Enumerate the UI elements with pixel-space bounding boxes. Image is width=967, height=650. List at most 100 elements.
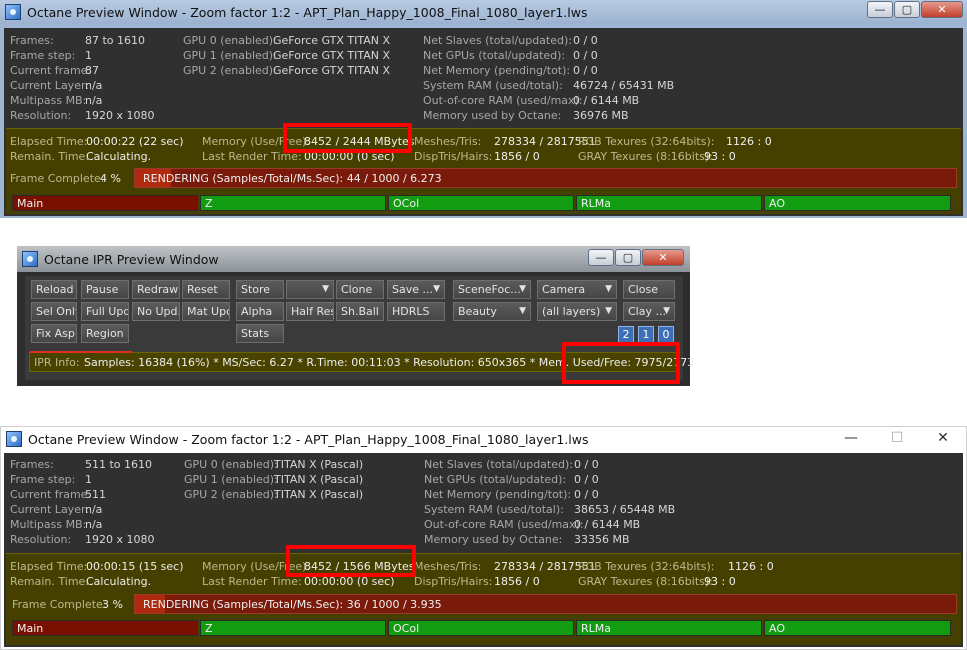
title-bar[interactable]: Octane Preview Window - Zoom factor 1:2 … xyxy=(0,0,967,24)
no-update-button[interactable]: No Upd. xyxy=(132,302,180,321)
camera-dropdown[interactable]: Camera ▼ xyxy=(537,280,617,299)
chevron-down-icon: ▼ xyxy=(663,306,670,316)
save-dropdown[interactable]: Save ... ▼ xyxy=(387,280,445,299)
frames-value: 87 to 1610 xyxy=(85,34,146,47)
pass-tab-ao[interactable]: AO xyxy=(764,620,951,636)
elapsed-label: Elapsed Time: xyxy=(10,560,88,573)
net-slaves-label: Net Slaves (total/updated): xyxy=(423,34,572,47)
ipr-maximize-button[interactable]: ▢ xyxy=(615,249,641,266)
close-button-2[interactable]: ✕ xyxy=(920,427,966,449)
pass-tab-rlma[interactable]: RLMa xyxy=(576,620,762,636)
close-ipr-button[interactable]: Close xyxy=(623,280,675,299)
net-memory-label: Net Memory (pending/tot): xyxy=(424,488,572,501)
ipr-title-bar[interactable]: Octane IPR Preview Window — ▢ ✕ xyxy=(17,246,690,272)
reset-button[interactable]: Reset xyxy=(182,280,230,299)
reload-button[interactable]: Reload xyxy=(31,280,77,299)
region-button[interactable]: Region xyxy=(81,324,129,343)
resolution-value: 1920 x 1080 xyxy=(85,533,155,546)
disp-value: 1856 / 0 xyxy=(494,575,540,588)
pass-tab-rlma[interactable]: RLMa xyxy=(576,195,762,211)
store-slot-dropdown[interactable]: ▼ xyxy=(286,280,334,299)
clay-label: Clay ... xyxy=(628,305,666,318)
frame-complete-label: Frame Complete: xyxy=(10,172,105,185)
chevron-down-icon: ▼ xyxy=(433,284,440,294)
multipass-value: n/a xyxy=(85,518,103,531)
octane-preview-window-1: Octane Preview Window - Zoom factor 1:2 … xyxy=(0,0,967,218)
octane-memory-label: Memory used by Octane: xyxy=(423,109,562,122)
gpu-0-toggle[interactable]: 0 xyxy=(658,326,674,343)
layers-dropdown[interactable]: (all layers) ▼ xyxy=(537,302,617,321)
net-memory-value: 0 / 0 xyxy=(574,488,599,501)
gpu-0-value: GeForce GTX TITAN X xyxy=(273,34,391,47)
rgb-textures-value: 1126 : 0 xyxy=(728,560,774,573)
pause-button[interactable]: Pause xyxy=(81,280,129,299)
gpu-1-toggle[interactable]: 1 xyxy=(638,326,654,343)
net-slaves-value: 0 / 0 xyxy=(573,34,598,47)
pass-tab-ocol[interactable]: OCol xyxy=(388,620,574,636)
octane-app-icon xyxy=(5,4,21,20)
pass-tab-main[interactable]: Main xyxy=(12,195,198,211)
octane-preview-window-2: Octane Preview Window - Zoom factor 1:2 … xyxy=(0,426,967,650)
pass-tabs-2: Main Z OCol RLMa AO xyxy=(12,620,955,636)
info-panel: Frames: 87 to 1610 Frame step: 1 Current… xyxy=(4,28,963,216)
render-pass-label: Beauty xyxy=(458,305,497,318)
title-bar-2[interactable]: Octane Preview Window - Zoom factor 1:2 … xyxy=(1,427,966,451)
alpha-button[interactable]: Alpha xyxy=(236,302,284,321)
shader-ball-button[interactable]: Sh.Ball xyxy=(336,302,384,321)
render-pass-dropdown[interactable]: Beauty ▼ xyxy=(453,302,531,321)
pass-tab-ocol[interactable]: OCol xyxy=(388,195,574,211)
render-progress-bar-2: RENDERING (Samples/Total/Ms.Sec): 36 / 1… xyxy=(134,594,957,614)
pass-tab-z[interactable]: Z xyxy=(200,620,386,636)
clay-dropdown[interactable]: Clay ... ▼ xyxy=(623,302,675,321)
minimize-button[interactable]: — xyxy=(867,1,893,18)
pass-tab-main[interactable]: Main xyxy=(12,620,198,636)
mem-used-highlight xyxy=(562,342,680,384)
rendering-status-2: RENDERING (Samples/Total/Ms.Sec): 36 / 1… xyxy=(143,598,442,611)
pass-tab-z[interactable]: Z xyxy=(200,195,386,211)
store-button[interactable]: Store xyxy=(236,280,284,299)
elapsed-value: 00:00:22 (22 sec) xyxy=(86,135,184,148)
octane-app-icon xyxy=(6,431,22,447)
maximize-button-2[interactable]: ☐ xyxy=(874,427,920,449)
full-update-button[interactable]: Full Upd. xyxy=(81,302,129,321)
frame-step-label: Frame step: xyxy=(10,49,76,62)
frame-complete-value: 4 % xyxy=(100,172,121,185)
gpu-1-value: GeForce GTX TITAN X xyxy=(273,49,391,62)
chevron-down-icon: ▼ xyxy=(605,306,612,316)
octane-memory-value: 36976 MB xyxy=(573,109,629,122)
gpu-1-label: GPU 1 (enabled): xyxy=(183,49,277,62)
memory-highlight-2 xyxy=(286,545,416,577)
close-button[interactable]: ✕ xyxy=(921,1,963,18)
resolution-value: 1920 x 1080 xyxy=(85,109,155,122)
current-frame-label: Current frame: xyxy=(10,488,92,501)
gpu-2-toggle[interactable]: 2 xyxy=(618,326,634,343)
multipass-label: Multipass MB: xyxy=(10,518,87,531)
ipr-minimize-button[interactable]: — xyxy=(588,249,614,266)
frame-complete-value: 3 % xyxy=(102,598,123,611)
fix-aspect-button[interactable]: Fix Asp. xyxy=(31,324,77,343)
scene-focus-dropdown[interactable]: SceneFoc... ▼ xyxy=(453,280,531,299)
gray-textures-value: 93 : 0 xyxy=(704,575,736,588)
memory-highlight xyxy=(283,123,412,153)
window-title-2: Octane Preview Window - Zoom factor 1:2 … xyxy=(28,431,589,447)
clone-button[interactable]: Clone xyxy=(336,280,384,299)
redraw-button[interactable]: Redraw xyxy=(132,280,180,299)
multipass-value: n/a xyxy=(85,94,103,107)
maximize-button[interactable]: ▢ xyxy=(894,1,920,18)
pass-tab-ao[interactable]: AO xyxy=(764,195,951,211)
window-title: Octane Preview Window - Zoom factor 1:2 … xyxy=(27,4,588,20)
current-layer-value: n/a xyxy=(85,503,103,516)
stats-button[interactable]: Stats xyxy=(236,324,284,343)
hdrls-button[interactable]: HDRLS xyxy=(387,302,445,321)
half-res-button[interactable]: Half Res xyxy=(286,302,334,321)
minimize-button-2[interactable]: — xyxy=(828,427,874,449)
remain-label: Remain. Time: xyxy=(10,150,90,163)
net-memory-value: 0 / 0 xyxy=(573,64,598,77)
frame-step-value: 1 xyxy=(85,49,92,62)
ipr-close-button[interactable]: ✕ xyxy=(642,249,684,266)
current-layer-value: n/a xyxy=(85,79,103,92)
current-frame-value: 87 xyxy=(85,64,99,77)
mat-update-button[interactable]: Mat Upd xyxy=(182,302,230,321)
out-of-core-label: Out-of-core RAM (used/max): xyxy=(424,518,584,531)
sel-only-button[interactable]: Sel Only xyxy=(31,302,77,321)
